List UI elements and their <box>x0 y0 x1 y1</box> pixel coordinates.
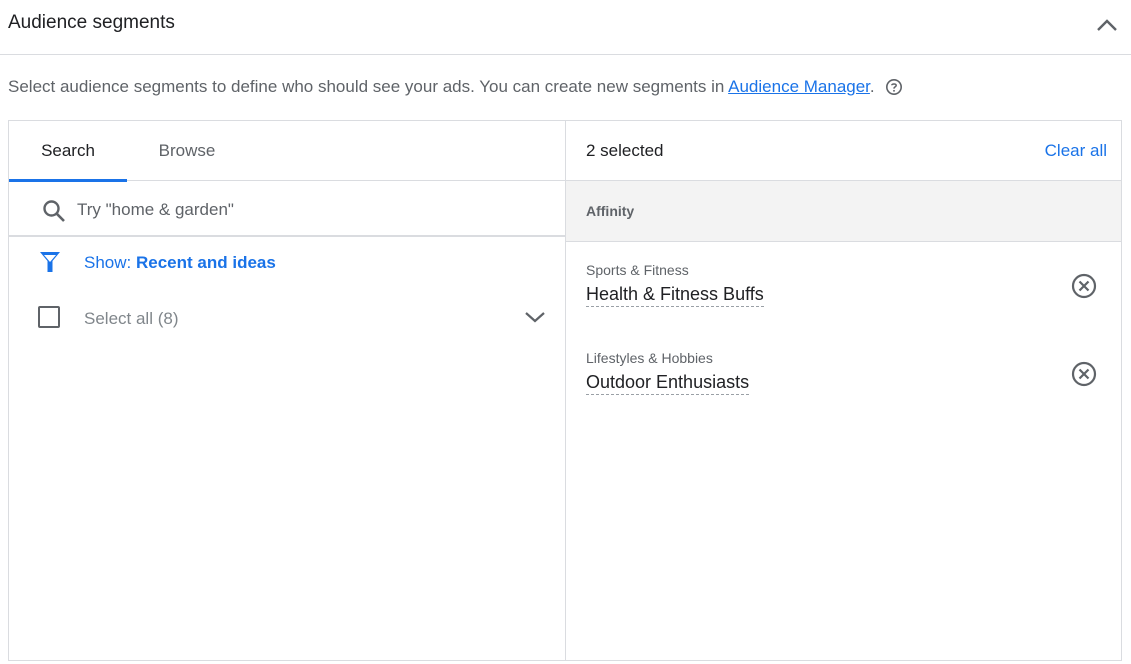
filter-label: Show: Recent and ideas <box>84 253 276 273</box>
close-circle-icon[interactable] <box>1070 272 1098 300</box>
tab-browse[interactable]: Browse <box>127 121 247 181</box>
filter-icon <box>40 252 60 272</box>
segment-name[interactable]: Health & Fitness Buffs <box>586 284 764 307</box>
segment-name[interactable]: Outdoor Enthusiasts <box>586 372 750 395</box>
segment-category: Lifestyles & Hobbies <box>586 350 713 366</box>
audience-manager-link[interactable]: Audience Manager <box>728 77 870 96</box>
chevron-down-icon[interactable] <box>521 305 549 329</box>
help-circle-icon[interactable] <box>885 78 903 96</box>
selected-header: 2 selected Clear all <box>566 121 1121 181</box>
section-description: Select audience segments to define who s… <box>8 77 903 97</box>
select-all-row: Select all (8) <box>9 297 566 341</box>
selected-segment: Sports & Fitness Health & Fitness Buffs <box>566 262 1121 342</box>
selected-segment: Lifestyles & Hobbies Outdoor Enthusiasts <box>566 350 1121 430</box>
search-input[interactable] <box>77 195 547 225</box>
close-circle-icon[interactable] <box>1070 360 1098 388</box>
select-all-checkbox[interactable] <box>38 306 60 328</box>
collapse-button[interactable] <box>1092 12 1122 38</box>
section-title: Audience segments <box>8 12 175 33</box>
tab-search[interactable]: Search <box>9 121 127 182</box>
selected-count: 2 selected <box>586 141 664 160</box>
audience-picker: Search Browse Show: Recent and ideas Sel… <box>8 120 1122 661</box>
group-title: Affinity <box>586 203 635 219</box>
tab-bar: Search Browse <box>9 121 566 182</box>
filter-button[interactable]: Show: Recent and ideas <box>9 241 566 285</box>
description-text: Select audience segments to define who s… <box>8 77 729 96</box>
chevron-up-icon <box>1097 19 1117 31</box>
search-bar <box>9 181 566 237</box>
section-header: Audience segments <box>0 0 1131 55</box>
search-icon <box>43 200 65 222</box>
filter-value: Recent and ideas <box>135 253 276 272</box>
select-all-label: Select all (8) <box>84 309 179 328</box>
group-header-affinity: Affinity <box>566 181 1121 242</box>
search-panel: Search Browse Show: Recent and ideas Sel… <box>9 121 566 660</box>
selected-panel: 2 selected Clear all Affinity Sports & F… <box>566 121 1121 660</box>
segment-category: Sports & Fitness <box>586 262 689 278</box>
clear-all-button[interactable]: Clear all <box>1045 141 1107 161</box>
description-period: . <box>869 77 875 96</box>
filter-prefix: Show: <box>84 253 136 272</box>
